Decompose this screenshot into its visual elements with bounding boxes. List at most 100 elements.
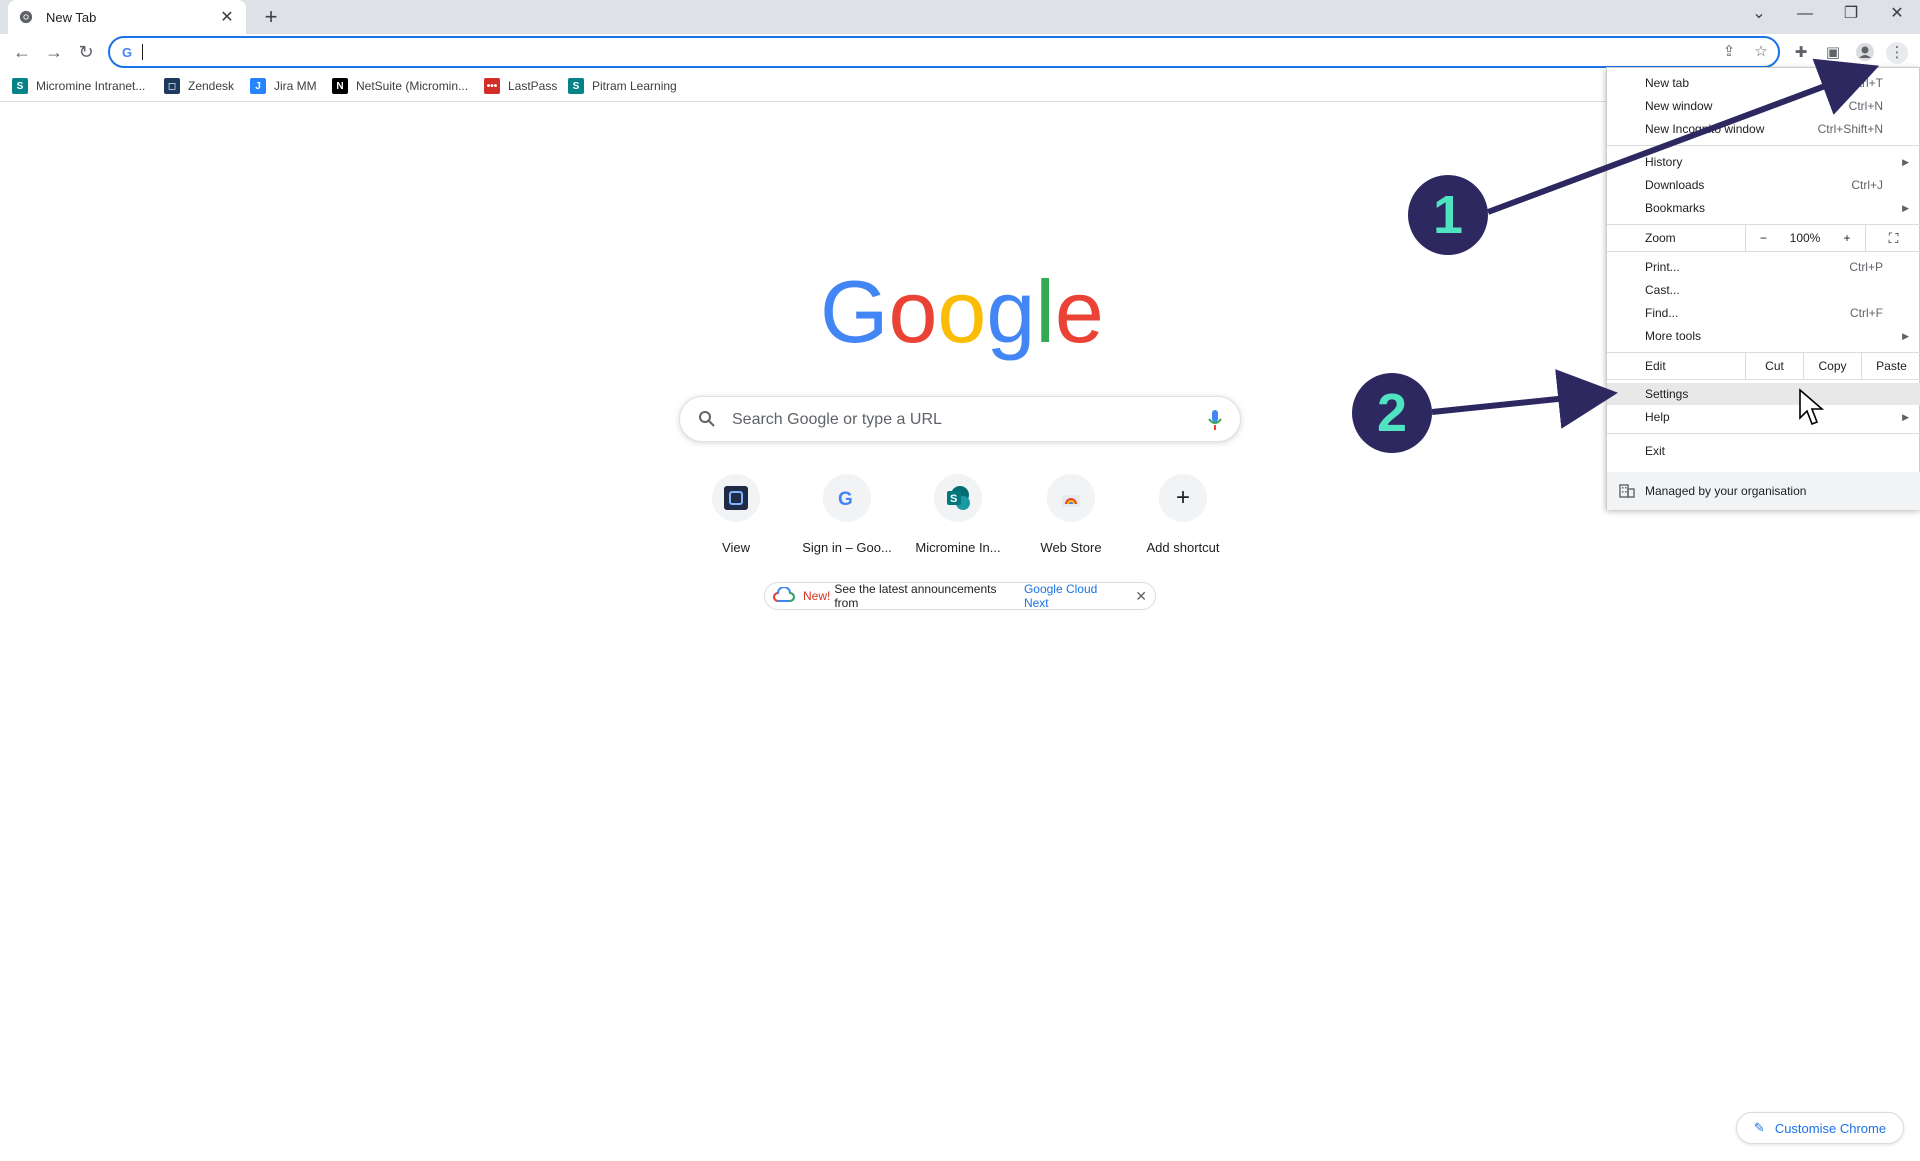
minimize-icon[interactable]: — [1782, 0, 1828, 30]
forward-icon[interactable]: → [42, 40, 66, 64]
netsuite-icon: N [332, 78, 348, 94]
menu-item-help[interactable]: Help ▶ [1607, 406, 1920, 428]
menu-label: Managed by your organisation [1645, 484, 1807, 498]
close-icon[interactable]: ✕ [1874, 0, 1920, 30]
menu-item-settings[interactable]: Settings [1607, 383, 1920, 405]
paste-button[interactable]: Paste [1861, 353, 1920, 379]
customise-chrome-button[interactable]: ✎ Customise Chrome [1736, 1112, 1904, 1144]
extensions-icon[interactable]: ✚ [1790, 42, 1812, 64]
menu-shortcut: Ctrl+N [1848, 99, 1883, 113]
shortcut-micromine-intranet[interactable]: S Micromine In... [902, 474, 1014, 570]
bookmark-label: Micromine Intranet... [36, 79, 146, 93]
submenu-arrow-icon: ▶ [1902, 330, 1909, 341]
svg-text:S: S [950, 493, 957, 505]
bookmark-zendesk[interactable]: ◻ Zendesk [164, 76, 234, 96]
bookmark-label: LastPass [508, 79, 558, 93]
menu-icon[interactable]: ⋮ [1886, 42, 1908, 64]
menu-item-print[interactable]: Print... Ctrl+P [1607, 256, 1920, 278]
address-bar[interactable]: G ⇪ ☆ [108, 36, 1780, 68]
microphone-icon[interactable] [1208, 409, 1222, 431]
cut-button[interactable]: Cut [1745, 353, 1803, 379]
close-tab-icon[interactable]: ✕ [218, 7, 236, 27]
menu-separator [1607, 145, 1920, 146]
menu-item-find[interactable]: Find... Ctrl+F [1607, 302, 1920, 324]
shortcut-sign-in-google[interactable]: G Sign in – Goo... [791, 474, 903, 570]
profile-icon[interactable] [1854, 42, 1876, 64]
reload-icon[interactable]: ↻ [74, 40, 98, 64]
tab-new-tab[interactable]: New Tab ✕ [8, 0, 246, 34]
promo-banner[interactable]: New! See the latest announcements from G… [764, 582, 1156, 610]
menu-label: Cast... [1645, 283, 1680, 297]
bookmark-netsuite[interactable]: N NetSuite (Micromin... [332, 76, 468, 96]
svg-text:G: G [122, 45, 132, 60]
menu-shortcut: Ctrl+F [1850, 306, 1883, 320]
menu-label: Help [1645, 410, 1670, 424]
menu-item-managed[interactable]: Managed by your organisation [1607, 472, 1920, 510]
tab-title: New Tab [46, 9, 97, 25]
google-cloud-icon [773, 585, 795, 606]
side-panel-icon[interactable]: ▣ [1822, 42, 1844, 64]
pencil-icon: ✎ [1753, 1120, 1765, 1135]
annotation-arrow-2 [1431, 369, 1618, 429]
shortcut-view[interactable]: View [680, 474, 792, 570]
chevron-down-icon[interactable]: ⌄ [1736, 0, 1782, 30]
building-icon [1619, 484, 1635, 501]
star-icon[interactable]: ☆ [1752, 43, 1770, 61]
lastpass-icon: ••• [484, 78, 500, 94]
menu-item-new-incognito-window[interactable]: New Incognito window Ctrl+Shift+N [1607, 118, 1920, 140]
menu-item-new-window[interactable]: New window Ctrl+N [1607, 95, 1920, 117]
zoom-level: 100% [1789, 231, 1821, 245]
view-app-icon [712, 474, 760, 522]
menu-label: Bookmarks [1645, 201, 1706, 215]
shortcut-label: Add shortcut [1146, 540, 1220, 555]
web-store-icon [1047, 474, 1095, 522]
copy-button[interactable]: Copy [1803, 353, 1861, 379]
menu-item-new-tab[interactable]: New tab Ctrl+T [1607, 72, 1920, 94]
search-input[interactable]: Search Google or type a URL [732, 411, 942, 429]
menu-item-history[interactable]: History ▶ [1607, 151, 1920, 173]
shortcut-web-store[interactable]: Web Store [1015, 474, 1127, 570]
bookmark-lastpass[interactable]: ••• LastPass [484, 76, 557, 96]
shortcut-label: Sign in – Goo... [802, 540, 892, 555]
bookmark-pitram-learning[interactable]: S Pitram Learning [568, 76, 677, 96]
menu-item-downloads[interactable]: Downloads Ctrl+J [1607, 174, 1920, 196]
fullscreen-icon[interactable]: ⛶ [1865, 225, 1920, 251]
menu-label: New Incognito window [1645, 122, 1765, 136]
bookmark-label: NetSuite (Micromin... [356, 79, 469, 93]
zoom-in-button[interactable]: + [1829, 225, 1865, 251]
google-g-icon: G [120, 44, 136, 60]
restore-icon[interactable]: ❐ [1828, 0, 1874, 30]
mouse-cursor-icon [1799, 388, 1825, 426]
plus-icon: + [1159, 474, 1207, 522]
chrome-menu: New tab Ctrl+T New window Ctrl+N New Inc… [1606, 67, 1920, 510]
submenu-arrow-icon: ▶ [1902, 411, 1909, 422]
search-box[interactable]: Search Google or type a URL [679, 396, 1241, 442]
menu-edit-row: Edit Cut Copy Paste [1607, 353, 1920, 379]
sharepoint-icon: S [568, 78, 584, 94]
menu-zoom-row: Zoom − 100% + ⛶ [1607, 225, 1920, 251]
promo-link[interactable]: Google Cloud Next [1024, 582, 1123, 610]
zoom-out-button[interactable]: − [1745, 225, 1781, 251]
shortcut-add[interactable]: + Add shortcut [1127, 474, 1239, 570]
google-logo: Google [820, 262, 1104, 362]
close-icon[interactable]: ✕ [1135, 588, 1147, 605]
toolbar: ← → ↻ G ⇪ ☆ ✚ ▣ ⋮ [0, 34, 1920, 70]
menu-item-bookmarks[interactable]: Bookmarks ▶ [1607, 197, 1920, 219]
menu-label: Downloads [1645, 178, 1705, 192]
menu-separator [1607, 251, 1920, 252]
bookmark-micromine-intranet[interactable]: S Micromine Intranet... [12, 76, 145, 96]
new-tab-button[interactable]: + [258, 4, 284, 30]
shortcut-label: Micromine In... [915, 540, 1001, 555]
promo-text: See the latest announcements from [834, 582, 997, 610]
menu-item-more-tools[interactable]: More tools ▶ [1607, 325, 1920, 347]
menu-separator [1607, 433, 1920, 434]
bookmark-jira[interactable]: J Jira MM [250, 76, 317, 96]
zendesk-icon: ◻ [164, 78, 180, 94]
share-icon[interactable]: ⇪ [1720, 43, 1738, 61]
promo-new-label: New! [803, 589, 831, 603]
menu-item-cast[interactable]: Cast... [1607, 279, 1920, 301]
bookmark-label: Zendesk [188, 79, 235, 93]
back-icon[interactable]: ← [10, 40, 34, 64]
menu-item-exit[interactable]: Exit [1607, 440, 1920, 462]
address-input[interactable] [142, 44, 143, 60]
